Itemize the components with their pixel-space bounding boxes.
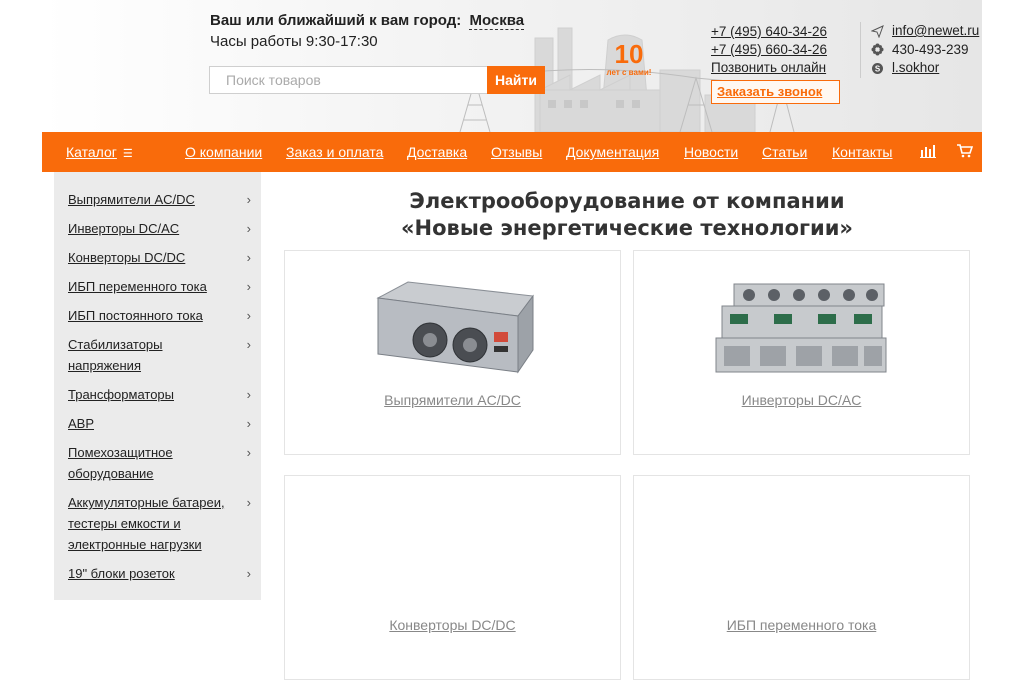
sidebar-item[interactable]: ИБП переменного тока › [54, 276, 261, 297]
nav-catalog-label: Каталог [66, 144, 117, 160]
catalog-sidebar: Выпрямители AC/DC › Инверторы DC/AC › Конв… [54, 172, 261, 600]
cart-icon[interactable] [957, 144, 974, 161]
nav-item-delivery[interactable]: Доставка [407, 144, 467, 160]
page-title-line-1: Электрооборудование от компании [409, 189, 845, 213]
sidebar-item-label[interactable]: 19" блоки розеток [68, 566, 175, 581]
skype-row: S l.sokhor [871, 59, 979, 78]
anniversary-badge: 10 лет с вами! [600, 40, 658, 84]
skype-icon: S [871, 62, 884, 75]
anniversary-text: лет с вами! [606, 68, 652, 77]
sidebar-item-label[interactable]: Выпрямители AC/DC [68, 192, 195, 207]
category-card[interactable]: Инверторы DC/AC [633, 250, 970, 455]
page-title-line-2: «Новые энергетические технологии» [400, 216, 854, 240]
chevron-right-icon: › [246, 566, 251, 581]
city-selector: Ваш или ближайший к вам город: Москва [210, 12, 525, 30]
category-card[interactable]: ИБП переменного тока [633, 475, 970, 680]
nav-item-articles[interactable]: Статьи [762, 144, 807, 160]
icq-row: 430-493-239 [871, 41, 979, 60]
chevron-right-icon: › [246, 221, 251, 236]
nav-item-docs[interactable]: Документация [566, 144, 659, 160]
card-title[interactable]: ИБП переменного тока [634, 617, 969, 633]
card-title[interactable]: Выпрямители AC/DC [285, 392, 620, 408]
skype-link[interactable]: l.sokhor [892, 59, 939, 78]
sidebar-item[interactable]: Стабилизаторы напряжения › [54, 334, 261, 376]
inverter-image [634, 271, 969, 381]
chevron-right-icon: › [246, 416, 251, 431]
site-header: Ваш или ближайший к вам город: Москва Ча… [0, 0, 1035, 132]
phone-block: +7 (495) 640-34-26 +7 (495) 660-34-26 По… [711, 23, 827, 77]
chevron-right-icon: › [246, 192, 251, 207]
sidebar-item[interactable]: Трансформаторы › [54, 384, 261, 405]
contacts-block: info@newet.ru 430-493-239 S l.sokhor [860, 22, 979, 78]
sidebar-item[interactable]: АВР › [54, 413, 261, 434]
phone-link-1[interactable]: +7 (495) 640-34-26 [711, 23, 827, 41]
sidebar-item-label[interactable]: Трансформаторы [68, 387, 174, 402]
sidebar-item[interactable]: Помехозащитное оборудование › [54, 442, 261, 484]
search-input[interactable] [209, 66, 487, 94]
nav-item-news[interactable]: Новости [684, 144, 738, 160]
sidebar-item-label[interactable]: Помехозащитное оборудование [68, 445, 173, 481]
call-online-link[interactable]: Позвонить онлайн [711, 59, 827, 77]
sidebar-item-label[interactable]: Конверторы DC/DC [68, 250, 185, 265]
chevron-right-icon: › [246, 387, 251, 402]
sidebar-item-label[interactable]: Аккумуляторные батареи, тестеры емкости … [68, 495, 225, 552]
email-row: info@newet.ru [871, 22, 979, 41]
icq-number: 430-493-239 [892, 41, 969, 57]
sidebar-item-label[interactable]: Инверторы DC/AC [68, 221, 179, 236]
sidebar-menu: Выпрямители AC/DC › Инверторы DC/AC › Конв… [54, 172, 261, 584]
page-title: Электрооборудование от компании «Новые э… [284, 188, 970, 242]
city-prefix: Ваш или ближайший к вам город: [210, 12, 462, 29]
paper-plane-icon [871, 24, 884, 38]
category-card[interactable]: Конверторы DC/DC [284, 475, 621, 680]
chevron-right-icon: › [246, 250, 251, 265]
rectifier-image [285, 271, 620, 381]
svg-text:S: S [875, 64, 881, 73]
chevron-right-icon: › [246, 337, 251, 352]
nav-item-order[interactable]: Заказ и оплата [286, 144, 383, 160]
anniversary-number: 10 [614, 39, 644, 69]
nav-item-about[interactable]: О компании [185, 144, 262, 160]
working-hours: Часы работы 9:30-17:30 [210, 33, 378, 50]
bar-chart-icon[interactable] [920, 144, 936, 161]
chevron-right-icon: › [246, 279, 251, 294]
sidebar-item[interactable]: Инверторы DC/AC › [54, 218, 261, 239]
sidebar-item[interactable]: Выпрямители AC/DC › [54, 189, 261, 210]
chevron-right-icon: › [246, 308, 251, 323]
sidebar-item-label[interactable]: ИБП постоянного тока [68, 308, 203, 323]
sidebar-item-label[interactable]: ИБП переменного тока [68, 279, 207, 294]
nav-catalog[interactable]: Каталог ☰ [66, 144, 133, 160]
category-card[interactable]: Выпрямители AC/DC [284, 250, 621, 455]
email-link[interactable]: info@newet.ru [892, 22, 979, 41]
list-icon: ☰ [122, 148, 133, 160]
sidebar-item[interactable]: Конверторы DC/DC › [54, 247, 261, 268]
nav-item-contacts[interactable]: Контакты [832, 144, 892, 160]
sidebar-item[interactable]: Аккумуляторные батареи, тестеры емкости … [54, 492, 261, 555]
card-title[interactable]: Инверторы DC/AC [634, 392, 969, 408]
sidebar-item[interactable]: ИБП постоянного тока › [54, 305, 261, 326]
sidebar-item-label[interactable]: Стабилизаторы напряжения [68, 337, 163, 373]
callback-button[interactable]: Заказать звонок [711, 80, 840, 104]
chevron-right-icon: › [246, 495, 251, 510]
nav-item-reviews[interactable]: Отзывы [491, 144, 542, 160]
sidebar-item-label[interactable]: АВР [68, 416, 94, 431]
search-form: Найти [209, 66, 545, 94]
icq-flower-icon [871, 43, 884, 56]
search-button[interactable]: Найти [487, 66, 545, 94]
chevron-right-icon: › [246, 445, 251, 460]
card-title[interactable]: Конверторы DC/DC [285, 617, 620, 633]
sidebar-item[interactable]: 19" блоки розеток › [54, 563, 261, 584]
city-link[interactable]: Москва [469, 12, 525, 30]
main-nav: Каталог ☰ О компании Заказ и оплата Доста… [42, 132, 982, 172]
phone-link-2[interactable]: +7 (495) 660-34-26 [711, 41, 827, 59]
